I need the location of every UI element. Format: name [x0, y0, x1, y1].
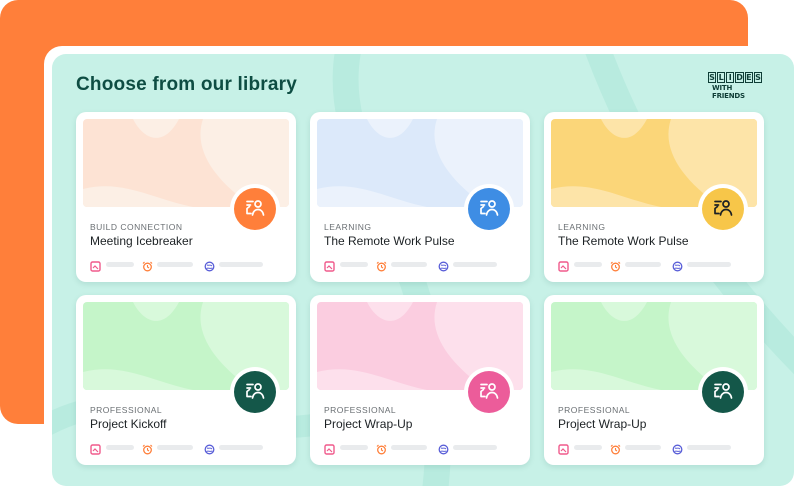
meta-placeholder-bar [453, 262, 497, 267]
card-title: Meeting Icebreaker [90, 234, 193, 248]
card-title: Project Wrap-Up [324, 417, 413, 431]
logo-subtitle: WITH FRIENDS [712, 84, 745, 100]
people-presentation-icon [478, 196, 500, 223]
card-meta-row [558, 442, 748, 455]
people-presentation-icon [712, 196, 734, 223]
globe-icon [204, 259, 215, 272]
template-card[interactable]: PROFESSIONAL Project Wrap-Up [544, 295, 764, 465]
card-category: LEARNING [324, 222, 372, 232]
globe-icon [204, 442, 215, 455]
template-card[interactable]: BUILD CONNECTION Meeting Icebreaker [76, 112, 296, 282]
globe-icon [438, 442, 449, 455]
people-presentation-icon [244, 196, 266, 223]
logo-letter: E [744, 72, 753, 83]
logo-letter: S [708, 72, 717, 83]
logo-letter: S [753, 72, 763, 83]
globe-icon [438, 259, 449, 272]
slides-icon [90, 442, 101, 455]
alarm-clock-icon [610, 442, 621, 455]
card-meta-row [324, 442, 514, 455]
card-title: The Remote Work Pulse [324, 234, 455, 248]
meta-placeholder-bar [391, 262, 427, 267]
card-category: PROFESSIONAL [558, 405, 631, 415]
alarm-clock-icon [376, 259, 387, 272]
template-card[interactable]: PROFESSIONAL Project Wrap-Up [310, 295, 530, 465]
card-title: Project Wrap-Up [558, 417, 647, 431]
category-badge [698, 184, 748, 234]
slides-icon [558, 442, 569, 455]
meta-placeholder-bar [687, 262, 731, 267]
card-meta-row [90, 259, 280, 272]
category-badge [698, 367, 748, 417]
card-title: Project Kickoff [90, 417, 167, 431]
meta-placeholder-bar [340, 262, 368, 267]
meta-placeholder-bar [453, 445, 497, 450]
meta-placeholder-bar [391, 445, 427, 450]
meta-placeholder-bar [157, 262, 193, 267]
card-category: BUILD CONNECTION [90, 222, 183, 232]
card-meta-row [324, 259, 514, 272]
alarm-clock-icon [142, 259, 153, 272]
card-category: PROFESSIONAL [324, 405, 397, 415]
card-meta-row [90, 442, 280, 455]
meta-placeholder-bar [106, 262, 134, 267]
slides-icon [324, 442, 335, 455]
template-card[interactable]: PROFESSIONAL Project Kickoff [76, 295, 296, 465]
card-meta-row [558, 259, 748, 272]
meta-placeholder-bar [340, 445, 368, 450]
card-title: The Remote Work Pulse [558, 234, 689, 248]
card-category: PROFESSIONAL [90, 405, 163, 415]
card-category: LEARNING [558, 222, 606, 232]
library-panel: Choose from our library SLIDES WITH FRIE… [52, 54, 794, 486]
meta-placeholder-bar [106, 445, 134, 450]
slides-with-friends-logo: SLIDES WITH FRIENDS [708, 72, 763, 100]
template-card[interactable]: LEARNING The Remote Work Pulse [544, 112, 764, 282]
meta-placeholder-bar [574, 445, 602, 450]
slides-icon [324, 259, 335, 272]
globe-icon [672, 442, 683, 455]
meta-placeholder-bar [219, 445, 263, 450]
alarm-clock-icon [610, 259, 621, 272]
category-badge [464, 184, 514, 234]
logo-letter: D [735, 72, 744, 83]
category-badge [230, 184, 280, 234]
alarm-clock-icon [376, 442, 387, 455]
meta-placeholder-bar [574, 262, 602, 267]
meta-placeholder-bar [625, 445, 661, 450]
meta-placeholder-bar [219, 262, 263, 267]
alarm-clock-icon [142, 442, 153, 455]
meta-placeholder-bar [687, 445, 731, 450]
globe-icon [672, 259, 683, 272]
slides-icon [90, 259, 101, 272]
logo-letter: L [717, 72, 726, 83]
meta-placeholder-bar [157, 445, 193, 450]
meta-placeholder-bar [625, 262, 661, 267]
page-title: Choose from our library [76, 74, 298, 95]
category-badge [230, 367, 280, 417]
people-presentation-icon [712, 379, 734, 406]
people-presentation-icon [478, 379, 500, 406]
slides-icon [558, 259, 569, 272]
people-presentation-icon [244, 379, 266, 406]
logo-letter: I [726, 72, 735, 83]
category-badge [464, 367, 514, 417]
template-card[interactable]: LEARNING The Remote Work Pulse [310, 112, 530, 282]
